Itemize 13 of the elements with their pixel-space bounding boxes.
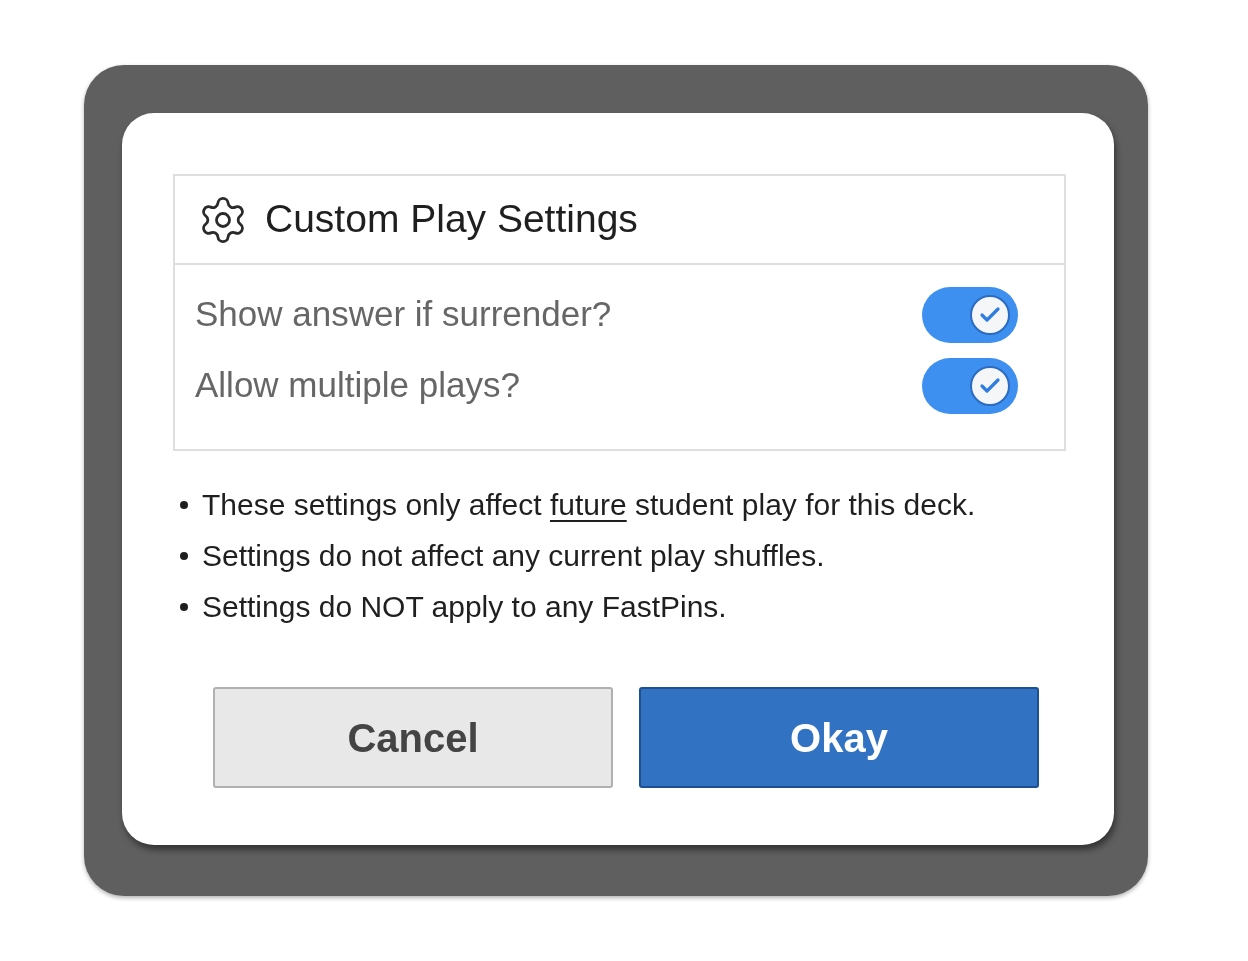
bullet-icon (180, 551, 188, 560)
setting-label: Allow multiple plays? (195, 364, 520, 407)
note-text: Settings do not affect any current play shuffles. (202, 538, 825, 574)
okay-button[interactable]: Okay (639, 687, 1039, 788)
setting-label: Show answer if surrender? (195, 293, 612, 336)
check-icon (970, 365, 1010, 406)
bullet-icon (180, 500, 188, 509)
panel-title: Custom Play Settings (265, 196, 638, 243)
cancel-button[interactable]: Cancel (213, 687, 613, 788)
note-text: These settings only affect future student play for this deck. (202, 487, 976, 523)
bullet-icon (180, 602, 188, 611)
check-icon (970, 294, 1010, 335)
note-text: Settings do NOT apply to any FastPins. (202, 589, 727, 625)
